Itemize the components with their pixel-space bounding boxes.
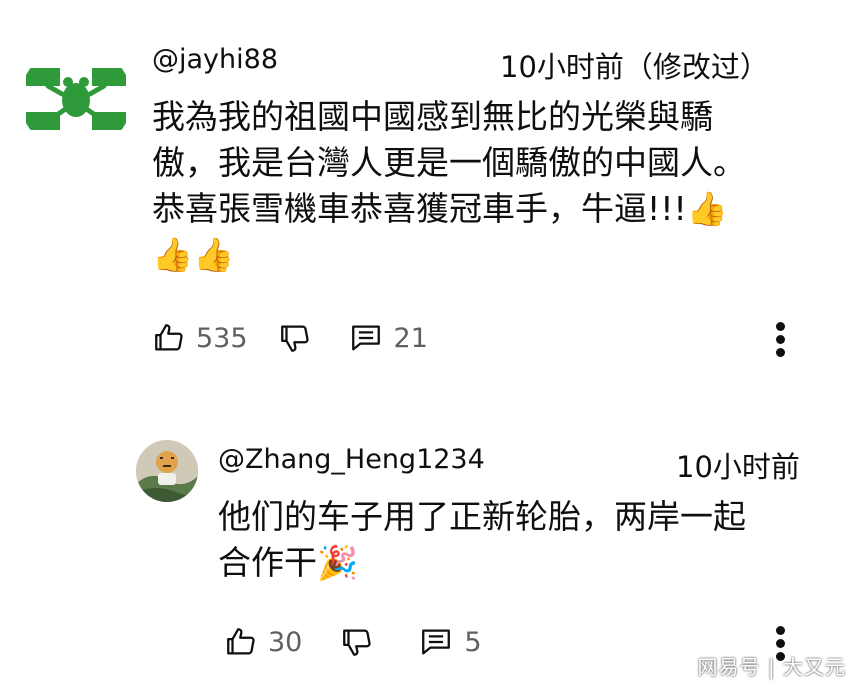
comment-text-line: 恭喜張雪機車恭喜獲冠車手，牛逼!!!👍	[152, 189, 728, 228]
comment-text-line: 我為我的祖國中國感到無比的光榮與驕	[152, 97, 713, 136]
like-button[interactable]: 30	[224, 625, 302, 659]
thumbs-down-icon	[280, 325, 309, 352]
comment-text-line: 👍👍	[152, 235, 235, 274]
watermark: 网易号 | 大又元	[697, 655, 846, 679]
reply-button[interactable]: 21	[348, 321, 428, 355]
comment-actions: 30 5	[224, 622, 482, 662]
comment-actions: 535 21	[152, 318, 428, 358]
like-button[interactable]: 535	[152, 321, 248, 355]
comment-text: 我為我的祖國中國感到無比的光榮與驕 傲，我是台灣人更是一個驕傲的中國人。 恭喜張…	[152, 94, 832, 278]
like-count: 30	[268, 626, 303, 658]
reply-count: 5	[464, 626, 482, 658]
comment-text-line: 傲，我是台灣人更是一個驕傲的中國人。	[152, 143, 746, 182]
more-vertical-icon	[776, 322, 785, 357]
tiger-avatar-icon	[136, 440, 198, 502]
thumbs-down-icon	[343, 629, 371, 656]
comment-icon	[351, 325, 380, 351]
comment-text: 他们的车子用了正新轮胎，两岸一起 合作干🎉	[218, 494, 838, 586]
like-count: 535	[196, 322, 248, 354]
reply-count: 21	[393, 322, 428, 354]
dislike-button[interactable]	[278, 321, 312, 355]
comment-author[interactable]: @jayhi88	[152, 44, 278, 75]
avatar[interactable]	[136, 440, 198, 502]
comment-timestamp: 10小时前	[676, 450, 800, 484]
comment-icon	[422, 629, 451, 655]
comment-author[interactable]: @Zhang_Heng1234	[218, 444, 485, 475]
reply-button[interactable]: 5	[418, 625, 482, 659]
dislike-button[interactable]	[340, 625, 374, 659]
comment-text-line: 合作干🎉	[218, 543, 359, 582]
frog-logo-icon	[20, 46, 132, 152]
thumbs-up-icon	[227, 628, 255, 655]
more-options-button[interactable]	[776, 318, 785, 361]
comment-timestamp: 10小时前（修改过）	[500, 50, 769, 84]
thumbs-up-icon	[155, 324, 183, 351]
avatar[interactable]	[20, 46, 132, 152]
comment-text-line: 他们的车子用了正新轮胎，两岸一起	[218, 497, 746, 536]
